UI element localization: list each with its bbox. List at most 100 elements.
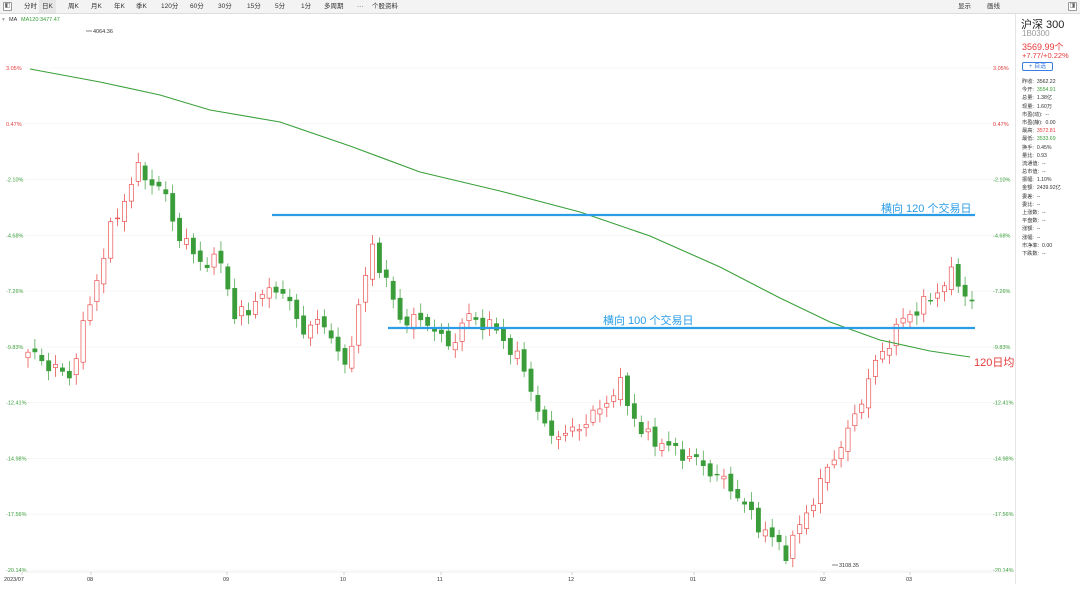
y-tick-left: -20.14% xyxy=(6,568,27,574)
stat-row: 委比: -- xyxy=(1022,201,1061,209)
stat-row: 总市值: -- xyxy=(1022,168,1061,176)
candle-down xyxy=(652,426,658,447)
candle-down xyxy=(39,355,45,362)
sidebar-toggle-icon[interactable]: ◧ xyxy=(3,2,12,11)
candle-up xyxy=(370,243,375,280)
candle-up xyxy=(556,436,562,440)
stat-label: 总市值: xyxy=(1022,169,1040,176)
y-tick-right: -20.14% xyxy=(993,568,1014,574)
candle-up xyxy=(804,512,810,529)
stat-value: -- xyxy=(1042,160,1046,167)
kline-chart[interactable]: 3.05% 3.05% 0.47% 0.47% -2.10% -2.10% -4.68% -4… xyxy=(0,25,1036,584)
period-tab[interactable]: 日K xyxy=(39,0,56,13)
candle-down xyxy=(438,329,444,334)
candle-up xyxy=(873,360,878,377)
y-tick-left: -12.41% xyxy=(6,401,27,407)
period-tab[interactable]: 120分 xyxy=(158,0,181,13)
period-tab[interactable]: 1分 xyxy=(298,0,314,13)
period-tab[interactable]: 月K xyxy=(88,0,105,13)
candle-down xyxy=(328,330,334,339)
candle-up xyxy=(886,347,892,356)
period-tab[interactable]: 多周期 xyxy=(321,0,347,13)
candle-up xyxy=(363,275,369,303)
y-tick-right: -9.83% xyxy=(993,345,1011,351)
period-tab[interactable]: 周K xyxy=(65,0,82,13)
y-tick-right: -7.26% xyxy=(993,289,1011,295)
candle-up xyxy=(53,364,58,368)
period-tab[interactable]: 15分 xyxy=(244,0,264,13)
stat-label: 平盘数: xyxy=(1022,218,1040,225)
stat-label: 今开: xyxy=(1022,87,1034,94)
candle-up xyxy=(824,466,830,483)
candle-down xyxy=(390,280,396,300)
stat-value: 2439.92亿 xyxy=(1036,185,1061,192)
candle-up xyxy=(618,377,624,401)
stat-row: 平盘数: -- xyxy=(1022,217,1061,225)
candle-down xyxy=(177,217,183,242)
candle-up xyxy=(87,304,93,321)
candle-up xyxy=(645,428,651,433)
add-watchlist-button[interactable]: + 自选 xyxy=(1022,62,1053,71)
candle-down xyxy=(542,409,548,424)
stat-label: 委差: xyxy=(1022,193,1034,200)
candle-down xyxy=(521,349,527,372)
stat-value: 3533.69 xyxy=(1036,136,1056,143)
y-tick-left: -2.10% xyxy=(6,178,24,184)
stat-label: 市净率: xyxy=(1022,242,1040,249)
candle-up xyxy=(948,266,954,290)
candle-up xyxy=(94,280,100,302)
stat-label: 流通值: xyxy=(1022,160,1040,167)
stat-row: 金额: 2439.92亿 xyxy=(1022,184,1061,192)
y-tick-right: 0.47% xyxy=(993,122,1009,128)
candle-down xyxy=(225,266,231,290)
candle-down xyxy=(376,242,382,273)
stat-label: 振幅: xyxy=(1022,177,1034,184)
period-tab[interactable]: 分时 xyxy=(21,0,40,13)
collapse-icon[interactable]: ▾ xyxy=(2,15,5,25)
x-tick-label: 01 xyxy=(690,577,696,583)
candle-down xyxy=(714,473,720,476)
period-tab[interactable]: 年K xyxy=(111,0,128,13)
candle-down xyxy=(425,316,431,326)
candle-up xyxy=(597,408,603,415)
period-tab[interactable]: ··· xyxy=(354,0,367,13)
stat-value: -- xyxy=(1036,201,1041,208)
candle-up xyxy=(135,162,141,182)
candle-down xyxy=(728,473,734,492)
period-tab[interactable]: 个股资料 xyxy=(369,0,401,13)
draw-line-button[interactable]: 画线 xyxy=(987,0,1000,13)
candle-up xyxy=(514,350,520,359)
candle-down xyxy=(218,250,224,264)
candle-up xyxy=(25,351,31,359)
period-tab[interactable]: 5分 xyxy=(272,0,288,13)
x-tick-label: 02 xyxy=(820,577,826,583)
period-tab[interactable]: 60分 xyxy=(187,0,207,13)
period-tab[interactable]: 30分 xyxy=(215,0,235,13)
candle-down xyxy=(742,501,748,505)
candle-down xyxy=(46,360,52,372)
candle-up xyxy=(576,429,582,432)
stat-label: 现量: xyxy=(1022,103,1034,110)
price-change: +7.77/+0.22% xyxy=(1022,51,1069,60)
candle-down xyxy=(301,315,307,335)
candle-up xyxy=(73,358,79,376)
candle-up xyxy=(356,304,362,346)
candle-down xyxy=(783,545,789,561)
y-tick-left: -14.98% xyxy=(6,456,27,462)
candle-down xyxy=(397,297,403,320)
stat-row: 委差: -- xyxy=(1022,193,1061,201)
candle-down xyxy=(383,269,389,278)
stats-list: 昨收: 3562.22 今开: 3554.91 总量: 1.38亿 现量: 1.60万 市盈(动… xyxy=(1022,78,1061,258)
candle-down xyxy=(142,165,148,181)
stat-value: 0.00 xyxy=(1042,242,1053,249)
x-tick-label: 03 xyxy=(906,577,912,583)
display-button[interactable]: 显示 xyxy=(958,0,971,13)
period-tab[interactable]: 季K xyxy=(133,0,150,13)
candle-up xyxy=(797,524,803,534)
y-tick-right: -17.56% xyxy=(993,512,1014,518)
stat-row: 市盈(动): -- xyxy=(1022,111,1061,119)
expand-panel-icon[interactable]: ◨ xyxy=(1068,2,1077,11)
candle-up xyxy=(921,296,927,315)
indicator-name[interactable]: MA xyxy=(9,15,17,25)
x-tick-label: 10 xyxy=(340,577,346,583)
